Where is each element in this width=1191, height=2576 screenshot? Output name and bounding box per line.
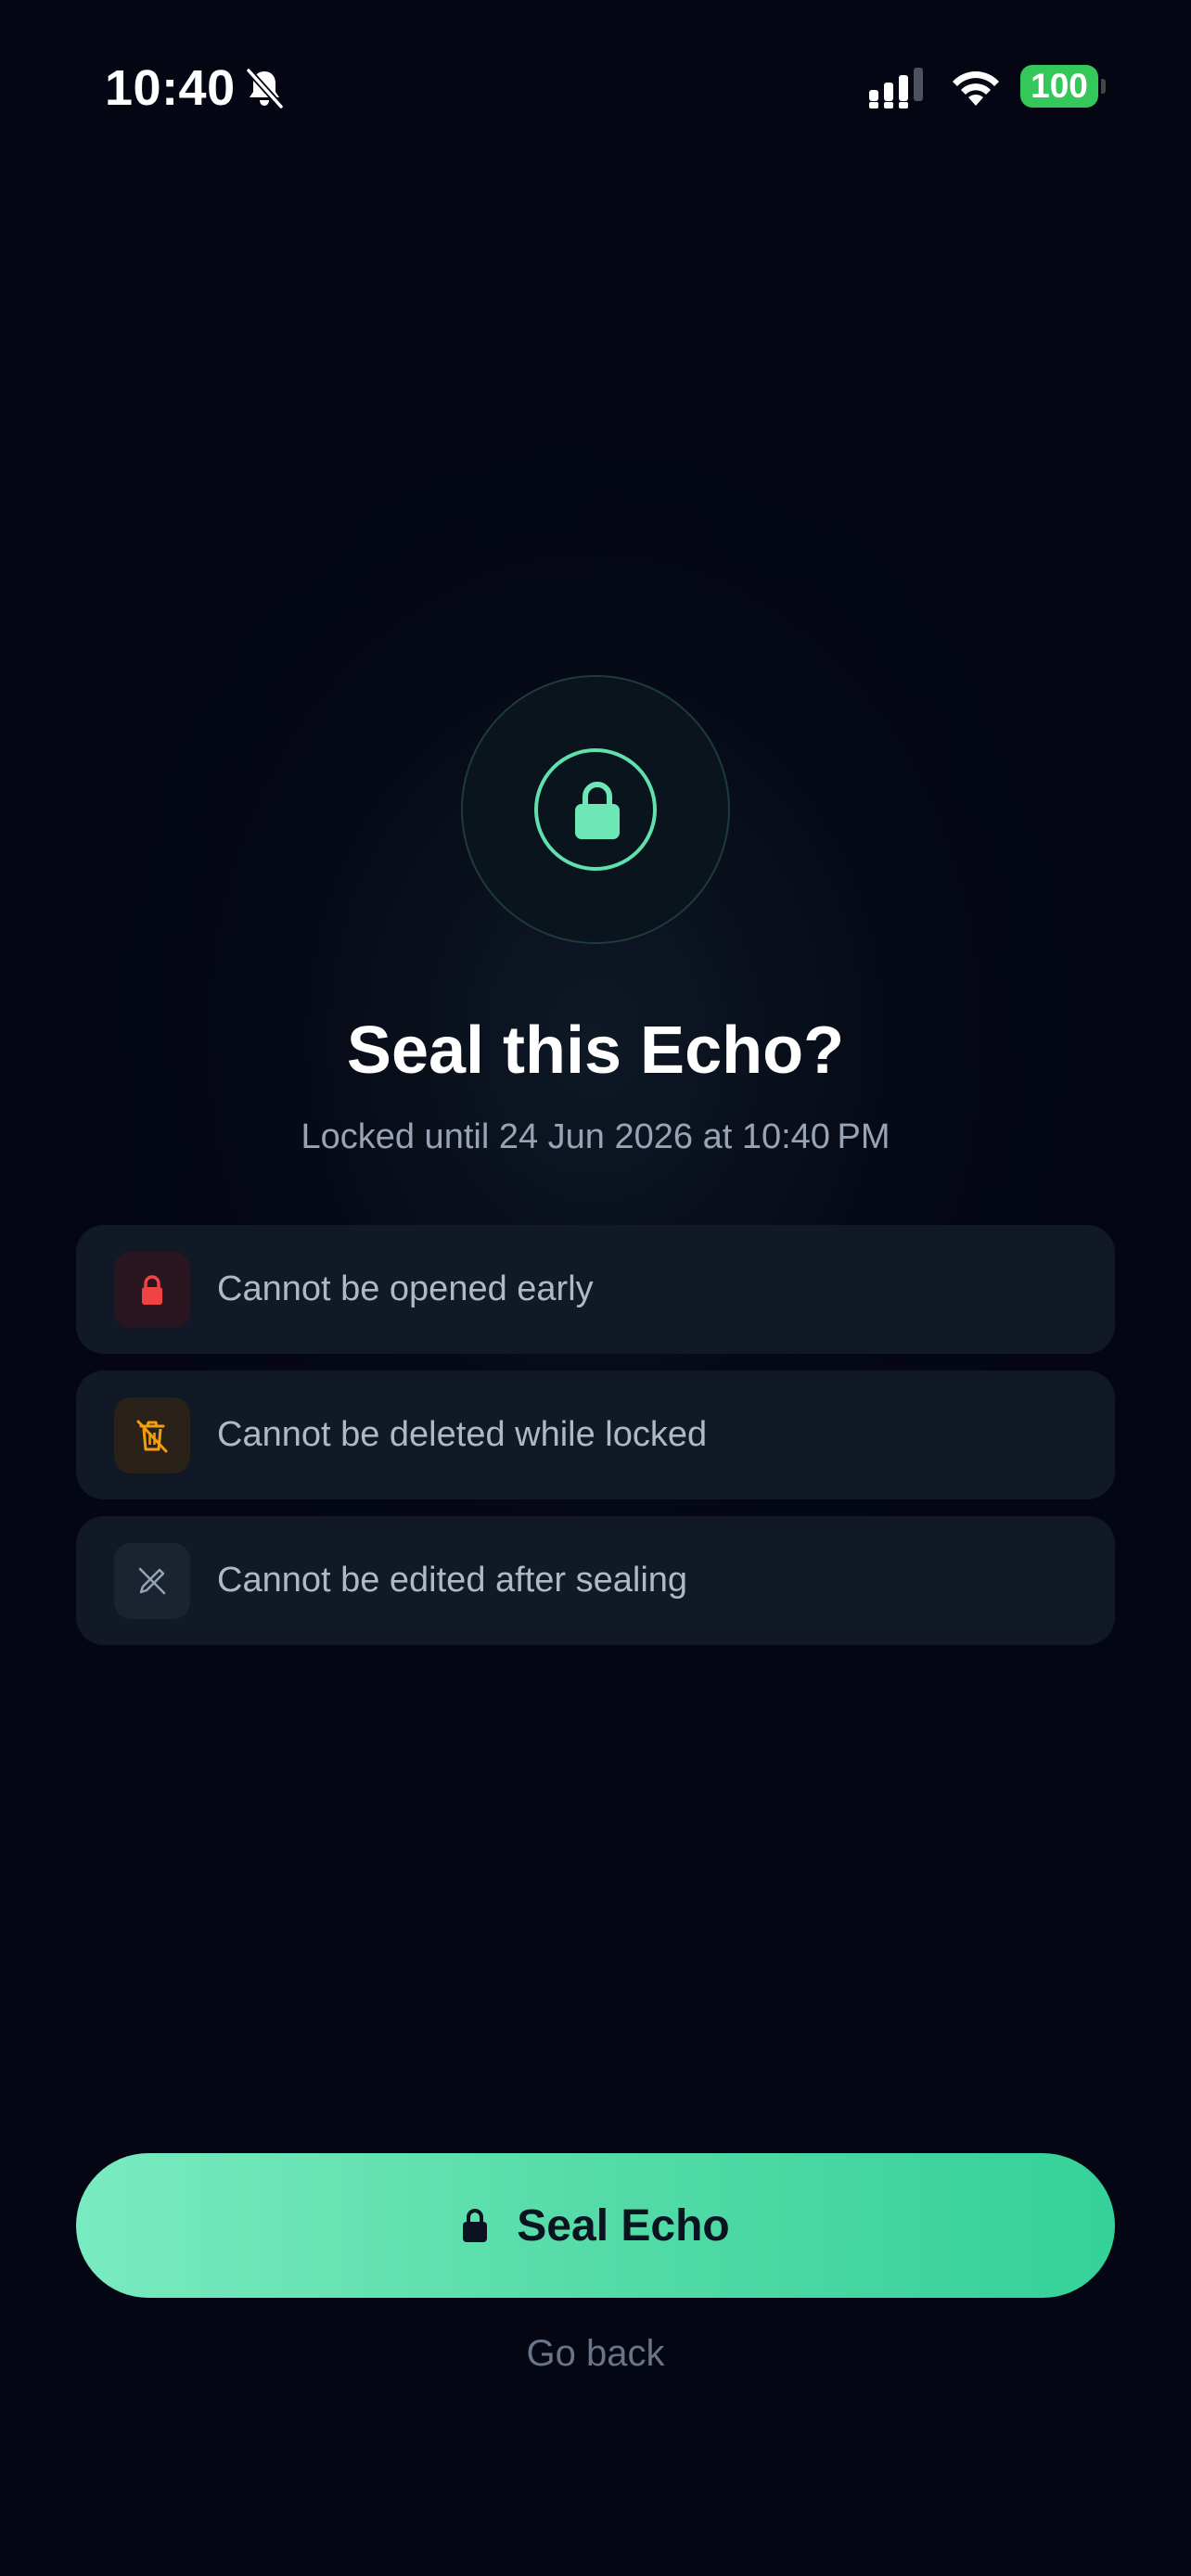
warning-item-edit-sealed: Cannot be edited after sealing [76, 1516, 1115, 1645]
status-time: 10:40 [105, 60, 236, 116]
battery-level: 100 [1031, 67, 1088, 105]
edit-slash-icon [138, 1567, 166, 1595]
warning-label: Cannot be opened early [217, 1269, 594, 1308]
status-bar: 10:40 100 [0, 0, 1191, 176]
seal-echo-label: Seal Echo [517, 2200, 730, 2251]
seal-echo-button[interactable]: Seal Echo [76, 2153, 1115, 2298]
wifi-icon [953, 71, 999, 106]
warning-item-open-early: Cannot be opened early [76, 1225, 1115, 1354]
trash-slash-icon [136, 1420, 168, 1453]
dialog-title: Seal this Echo? [346, 1014, 845, 1088]
warning-label: Cannot be deleted while locked [217, 1415, 708, 1454]
bell-slash-icon [245, 67, 285, 109]
lock-icon [575, 782, 620, 839]
warning-label: Cannot be edited after sealing [217, 1561, 688, 1600]
warning-icon-box [114, 1252, 190, 1328]
cellular-signal-icon [869, 68, 923, 108]
lock-until-subtitle: Locked until 24 Jun 2026 at 10:40 PM [301, 1117, 890, 1156]
warning-icon-box [114, 1397, 190, 1473]
warning-icon-box [114, 1543, 190, 1619]
go-back-link[interactable]: Go back [410, 2327, 781, 2379]
lock-icon [142, 1275, 162, 1305]
lock-ring [534, 748, 657, 871]
battery-icon: 100 [1020, 65, 1106, 108]
warning-item-delete-locked: Cannot be deleted while locked [76, 1371, 1115, 1499]
lock-emblem [461, 675, 730, 944]
lock-icon [463, 2209, 488, 2242]
